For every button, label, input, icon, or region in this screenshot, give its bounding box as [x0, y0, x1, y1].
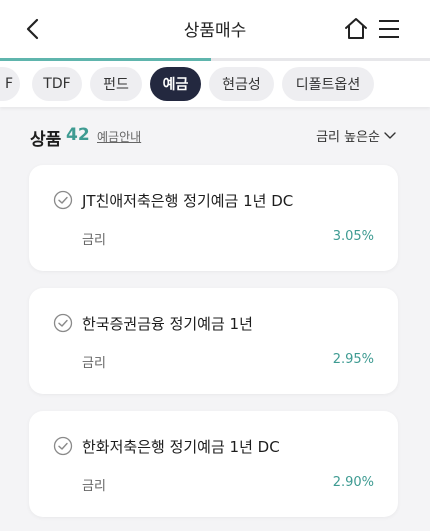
section-title: 상품	[30, 130, 62, 150]
check-circle-icon[interactable]	[53, 313, 73, 333]
chevron-left-icon	[26, 18, 39, 40]
tab-label: TDF	[43, 76, 71, 92]
product-count: 42	[66, 125, 90, 145]
product-card[interactable]: 한화저축은행 정기예금 1년 DC 금리 2.90%	[29, 411, 398, 517]
back-button[interactable]	[18, 14, 48, 44]
tab-label: 펀드	[103, 77, 129, 93]
tab-default-option[interactable]: 디폴트옵션	[282, 67, 374, 101]
rate-value: 2.90%	[332, 475, 374, 490]
tab-f[interactable]: F	[0, 67, 20, 101]
sort-dropdown[interactable]: 금리 높은순	[316, 126, 396, 145]
rate-value: 3.05%	[332, 229, 374, 244]
rate-value: 2.95%	[332, 352, 374, 367]
check-circle-icon[interactable]	[53, 190, 73, 210]
chevron-down-icon	[384, 131, 396, 139]
top-app-bar: 상품매수	[0, 0, 430, 58]
tab-label: F	[4, 76, 14, 92]
hamburger-menu-icon	[379, 20, 399, 38]
check-circle-icon[interactable]	[53, 436, 73, 456]
product-name: 한국증권금융 정기예금 1년	[82, 315, 253, 333]
rate-label: 금리	[82, 233, 106, 248]
category-tabs: F TDF 펀드 예금 현금성 디폴트옵션	[0, 61, 430, 107]
tab-deposit[interactable]: 예금	[150, 67, 201, 101]
product-list-header: 상품 42 예금안내 금리 높은순	[0, 107, 430, 162]
sort-label: 금리 높은순	[316, 130, 380, 145]
tab-tdf[interactable]: TDF	[32, 67, 82, 101]
home-icon	[345, 18, 367, 39]
tab-label: 예금	[162, 77, 189, 93]
tab-fund[interactable]: 펀드	[90, 67, 142, 101]
deposit-guide-link[interactable]: 예금안내	[97, 128, 141, 145]
product-card[interactable]: 한국증권금융 정기예금 1년 금리 2.95%	[29, 288, 398, 394]
tab-label: 현금성	[222, 77, 261, 93]
home-button[interactable]	[343, 16, 369, 42]
product-card[interactable]: JT친애저축은행 정기예금 1년 DC 금리 3.05%	[29, 165, 398, 271]
menu-button[interactable]	[376, 16, 402, 42]
tab-label: 디폴트옵션	[295, 77, 361, 93]
rate-label: 금리	[82, 356, 106, 371]
tab-cash-equivalent[interactable]: 현금성	[209, 67, 274, 101]
product-name: 한화저축은행 정기예금 1년 DC	[82, 438, 280, 456]
rate-label: 금리	[82, 479, 106, 494]
product-name: JT친애저축은행 정기예금 1년 DC	[82, 192, 294, 210]
